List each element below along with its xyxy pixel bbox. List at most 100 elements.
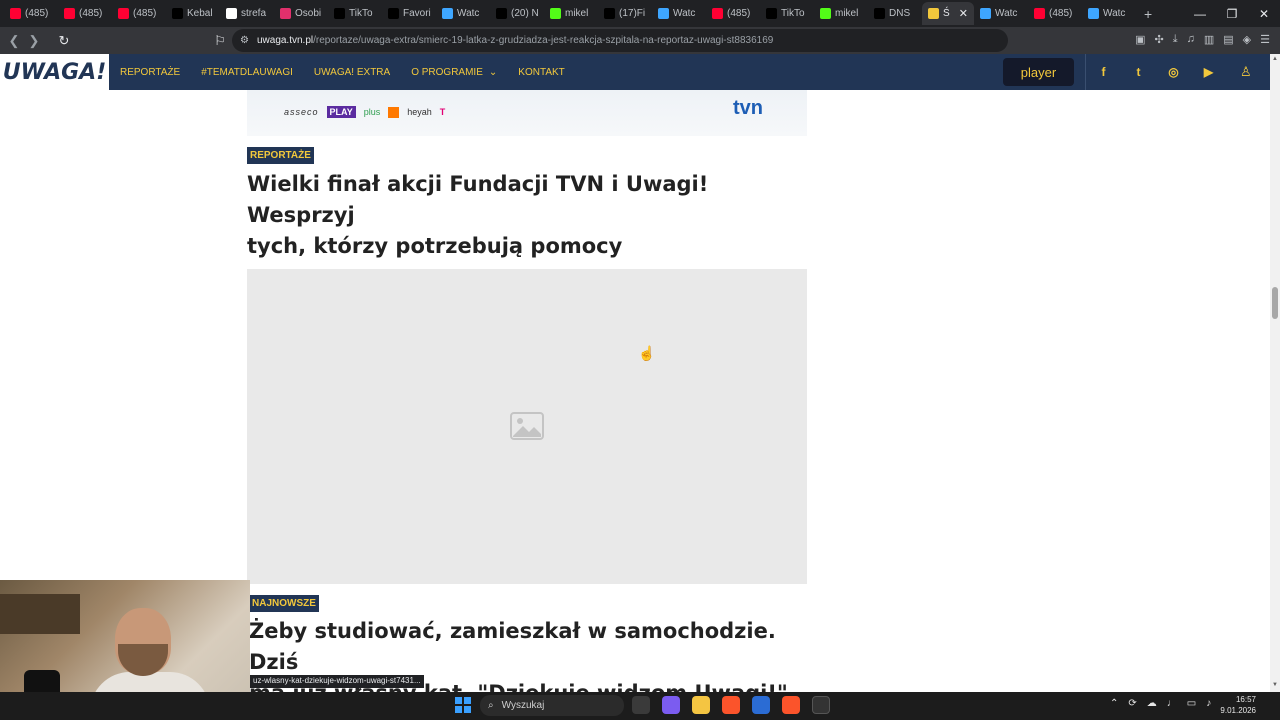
window-controls: — ❐ ✕ bbox=[1184, 0, 1280, 27]
browser-tab[interactable]: mikel bbox=[814, 2, 868, 25]
browser-tab[interactable]: (20) N bbox=[490, 2, 544, 25]
browser-tab[interactable]: Ś ✕ bbox=[922, 2, 974, 25]
sponsor-logos: asseco PLAY plus heyah T bbox=[284, 106, 445, 118]
nav-item[interactable]: REPORTAŻE bbox=[120, 67, 180, 78]
browser-tab[interactable]: strefa bbox=[220, 2, 274, 25]
page-scrollbar[interactable]: ▲ ▼ bbox=[1270, 54, 1280, 692]
site-info-icon[interactable]: ⚙ bbox=[240, 35, 249, 46]
shield-icon[interactable]: ◈ bbox=[1243, 33, 1251, 46]
tab-label: Watc bbox=[1103, 8, 1126, 19]
browser-tab[interactable]: Watc bbox=[436, 2, 490, 25]
clock-date: 9.01.2026 bbox=[1220, 706, 1256, 715]
task-view-icon[interactable] bbox=[632, 696, 650, 714]
tab-favicon-icon bbox=[1088, 8, 1099, 19]
browser-tab[interactable]: Kebal bbox=[166, 2, 220, 25]
tab-label: TikTo bbox=[781, 8, 805, 19]
player-button[interactable]: player bbox=[1003, 58, 1074, 86]
bookmark-icon[interactable]: ⚐ bbox=[210, 33, 230, 49]
article-title[interactable]: Wielki finał akcji Fundacji TVN i Uwagi!… bbox=[247, 169, 807, 262]
tvn-logo: tvn bbox=[733, 97, 763, 119]
browser-tab[interactable]: TikTo bbox=[328, 2, 382, 25]
volume-icon[interactable]: ♪ bbox=[1206, 698, 1211, 709]
app-icon[interactable] bbox=[812, 696, 830, 714]
youtube-icon[interactable]: ▶ bbox=[1201, 64, 1216, 79]
tab-label: Ś bbox=[943, 8, 950, 19]
browser-tab[interactable]: Watc bbox=[974, 2, 1028, 25]
puzzle-icon[interactable]: ✣ bbox=[1155, 33, 1164, 46]
nav-item[interactable]: O PROGRAMIE ⌄ bbox=[411, 67, 497, 78]
sponsor-asseco: asseco bbox=[284, 107, 319, 117]
browser-tab[interactable]: Osobi bbox=[274, 2, 328, 25]
tab-favicon-icon bbox=[658, 8, 669, 19]
windows-start-icon[interactable] bbox=[455, 697, 471, 713]
browser-tab[interactable]: TikTo bbox=[760, 2, 814, 25]
brave-active-icon[interactable] bbox=[782, 696, 800, 714]
article-title-line: Żeby studiować, zamieszkał w samochodzie… bbox=[249, 619, 776, 674]
scroll-down-arrow[interactable]: ▼ bbox=[1272, 682, 1278, 688]
status-bar-url: uz-wlasny-kat-dziekuje-widzom-uwagi-st74… bbox=[250, 675, 424, 688]
main-nav: REPORTAŻE #TEMATDLAUWAGI UWAGA! EXTRA O PRO… bbox=[120, 67, 565, 78]
user-icon[interactable]: ♙ bbox=[1240, 64, 1252, 80]
fundraiser-banner[interactable]: asseco PLAY plus heyah T tvn bbox=[247, 90, 807, 136]
social-links: f t ◎ ▶ bbox=[1096, 64, 1216, 79]
scroll-thumb[interactable] bbox=[1272, 287, 1278, 319]
category-badge[interactable]: REPORTAŻE bbox=[247, 147, 314, 164]
tab-favicon-icon bbox=[766, 8, 777, 19]
download-icon[interactable]: ⤓ bbox=[1173, 33, 1178, 46]
tab-close-icon[interactable]: ✕ bbox=[959, 7, 968, 20]
tab-favicon-icon bbox=[928, 8, 939, 19]
tab-label: (485) bbox=[25, 8, 49, 19]
scroll-up-arrow[interactable]: ▲ bbox=[1272, 56, 1278, 62]
nav-item-label: UWAGA! EXTRA bbox=[313, 66, 391, 78]
nav-item[interactable]: UWAGA! EXTRA bbox=[314, 67, 390, 78]
tab-label: Favori bbox=[403, 8, 431, 19]
browser-tab[interactable]: Watc bbox=[652, 2, 706, 25]
cloud-icon[interactable]: ☁ bbox=[1147, 698, 1157, 709]
minimize-icon[interactable]: — bbox=[1184, 0, 1216, 27]
nav-item-label: KONTAKT bbox=[518, 66, 565, 78]
extension-icon[interactable]: ▣ bbox=[1135, 33, 1145, 46]
nav-item[interactable]: KONTAKT bbox=[518, 67, 564, 78]
chevron-up-icon[interactable]: ⌃ bbox=[1110, 698, 1118, 709]
category-badge[interactable]: NAJNOWSZE bbox=[249, 595, 319, 612]
reload-icon[interactable]: ↻ bbox=[54, 33, 74, 49]
tab-favicon-icon bbox=[604, 8, 615, 19]
brave-icon[interactable] bbox=[722, 696, 740, 714]
music-icon[interactable]: ♫ bbox=[1187, 33, 1195, 46]
close-window-icon[interactable]: ✕ bbox=[1248, 0, 1280, 27]
display-icon[interactable]: ▭ bbox=[1187, 698, 1196, 709]
article-image-placeholder[interactable] bbox=[247, 269, 807, 584]
clock[interactable]: 16:57 9.01.2026 bbox=[1220, 694, 1256, 716]
sidebar-icon[interactable]: ▥ bbox=[1204, 33, 1214, 46]
url-field[interactable]: ⚙ uwaga.tvn.pl/reportaze/uwaga-extra/smi… bbox=[232, 29, 1008, 52]
mic-icon[interactable]: ♩ bbox=[1167, 698, 1177, 709]
tab-favicon-icon bbox=[550, 8, 561, 19]
browser-tab[interactable]: (485) bbox=[4, 2, 58, 25]
file-explorer-icon[interactable] bbox=[692, 696, 710, 714]
facebook-icon[interactable]: f bbox=[1096, 64, 1111, 79]
nav-item[interactable]: #TEMATDLAUWAGI bbox=[201, 67, 293, 78]
taskbar-search[interactable]: ⌕ Wyszukaj bbox=[480, 695, 624, 716]
back-icon[interactable]: ❮ bbox=[4, 33, 24, 49]
browser-tab[interactable]: Favori bbox=[382, 2, 436, 25]
uwaga-logo[interactable]: UWAGA! bbox=[0, 54, 109, 90]
restore-icon[interactable]: ❐ bbox=[1216, 0, 1248, 27]
menu-icon[interactable]: ☰ bbox=[1260, 33, 1270, 46]
copilot-icon[interactable] bbox=[662, 696, 680, 714]
browser-tab[interactable]: DNS bbox=[868, 2, 922, 25]
wallet-icon[interactable]: ▤ bbox=[1223, 33, 1233, 46]
tab-favicon-icon bbox=[118, 8, 129, 19]
new-tab-button[interactable]: + bbox=[1144, 6, 1152, 22]
browser-tab[interactable]: mikel bbox=[544, 2, 598, 25]
browser-tab[interactable]: Watc bbox=[1082, 2, 1136, 25]
twitter-icon[interactable]: t bbox=[1131, 64, 1146, 79]
instagram-icon[interactable]: ◎ bbox=[1166, 64, 1181, 79]
sync-icon[interactable]: ⟳ bbox=[1128, 698, 1136, 709]
browser-tab[interactable]: (485) bbox=[58, 2, 112, 25]
browser-tab[interactable]: (485) bbox=[1028, 2, 1082, 25]
browser-tab[interactable]: (485) bbox=[706, 2, 760, 25]
browser-tab[interactable]: (17)Fi bbox=[598, 2, 652, 25]
browser-tab[interactable]: (485) bbox=[112, 2, 166, 25]
forward-icon[interactable]: ❯ bbox=[24, 33, 44, 49]
store-icon[interactable] bbox=[752, 696, 770, 714]
